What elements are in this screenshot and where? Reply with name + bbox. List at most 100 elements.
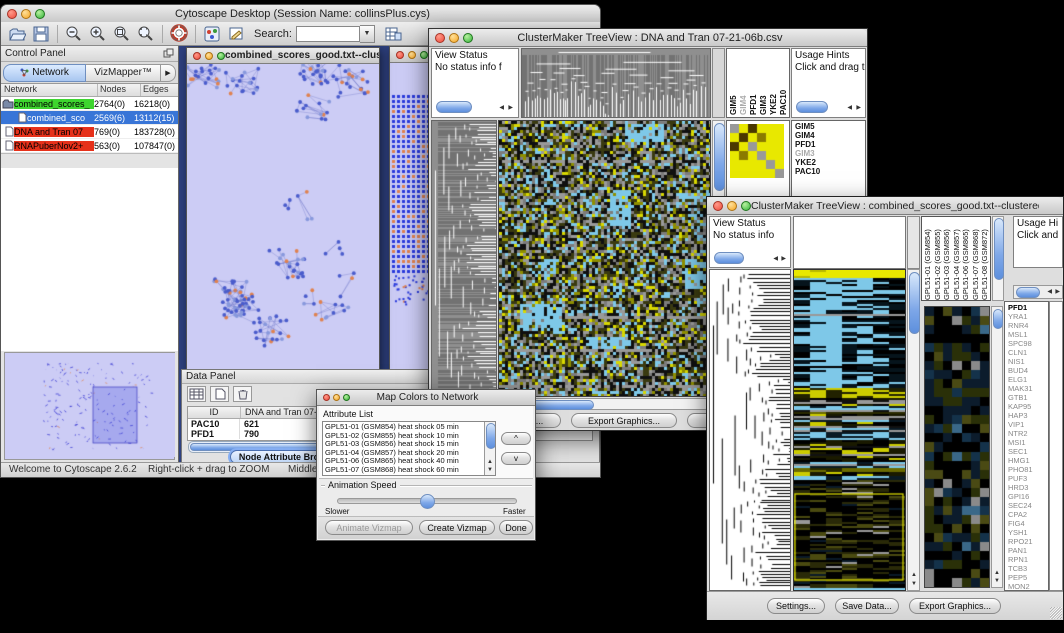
gene-label[interactable]: MSL1 [1008,330,1048,339]
settings-button[interactable]: Settings... [767,598,825,614]
column-dendrogram-area[interactable] [793,216,906,269]
gene-label[interactable]: KAP95 [1008,402,1048,411]
gene-label[interactable]: CLN1 [1008,348,1048,357]
help-lifesaver-icon[interactable] [169,24,189,44]
save-session-icon[interactable] [31,24,51,44]
minimize-button[interactable] [727,201,737,211]
scroll-left-icon[interactable]: ◀ [1047,289,1052,295]
gene-label[interactable]: NIS1 [1008,357,1048,366]
network-table-icon[interactable] [383,24,403,44]
column-gene-label[interactable]: PFD1 [749,49,759,115]
export-graphics-button[interactable]: Export Graphics... [571,413,677,428]
gene-label[interactable]: YKE2 [795,158,865,167]
scroll-right-icon[interactable]: ▶ [508,105,513,111]
zoom-in-icon[interactable] [88,24,108,44]
close-button[interactable] [7,9,17,19]
tab-overflow-button[interactable]: ▶ [161,64,176,82]
gene-label[interactable]: RPO21 [1008,537,1048,546]
heatmap[interactable] [794,270,905,590]
treeview2-titlebar[interactable]: ClusterMaker TreeView : combined_scores_… [707,197,1063,215]
close-button[interactable] [323,394,330,401]
annotation-icon[interactable] [226,24,246,44]
gene-label[interactable]: MON2 [1008,582,1048,591]
export-graphics-button[interactable]: Export Graphics... [909,598,1001,614]
zoom-fit-icon[interactable] [136,24,156,44]
row-dendrogram[interactable] [432,121,496,396]
attribute-table-icon[interactable] [187,386,206,402]
gene-label[interactable]: SPC98 [1008,339,1048,348]
move-down-button[interactable]: v [501,452,531,465]
gene-label[interactable]: CPA2 [1008,510,1048,519]
animation-speed-slider[interactable] [337,498,517,504]
gene-label[interactable]: SEC24 [1008,501,1048,510]
heatmap[interactable] [499,121,710,396]
zoom-out-icon[interactable] [64,24,84,44]
open-session-icon[interactable] [7,24,27,44]
tab-network[interactable]: Network [3,64,86,82]
col-nodes[interactable]: Nodes [98,84,141,96]
usage-hints-scrollbar[interactable]: ◀ ▶ [1013,285,1063,299]
gene-label[interactable]: TCB3 [1008,564,1048,573]
attribute-item[interactable]: GPL51-07 (GSM868) heat shock 60 min [325,466,495,475]
col-network[interactable]: Network [1,84,98,96]
zoom-button[interactable] [420,51,428,59]
network-canvas[interactable] [187,48,377,358]
float-panel-icon[interactable] [163,45,174,63]
birdseye-view[interactable] [5,353,175,457]
zoomed-heatmap[interactable] [925,307,989,587]
network-row[interactable]: combined_sco2569(6)13112(15) [1,111,178,125]
gene-label[interactable]: MSI1 [1008,438,1048,447]
zoom-button[interactable] [217,52,225,60]
close-button[interactable] [193,52,201,60]
new-attribute-icon[interactable] [210,386,229,402]
gene-label[interactable]: ELG1 [1008,375,1048,384]
gene-label[interactable]: MAK31 [1008,384,1048,393]
scroll-up-icon[interactable]: ▲ [994,570,1000,576]
zoom-button[interactable] [35,9,45,19]
view-status-scrollbar[interactable] [436,101,472,113]
scroll-down-icon[interactable]: ▼ [487,467,493,473]
gene-label[interactable]: NTR2 [1008,429,1048,438]
scroll-down-icon[interactable]: ▼ [911,581,917,587]
close-button[interactable] [396,51,404,59]
usage-hints-scrollbar[interactable] [796,101,828,113]
attribute-list[interactable]: GPL51-01 (GSM854) heat shock 05 minGPL51… [322,421,496,476]
gene-label[interactable]: PEP5 [1008,573,1048,582]
scroll-right-icon[interactable]: ▶ [856,105,861,111]
row-dendrogram[interactable] [710,270,790,590]
column-label[interactable]: GPL51-08 (GSM872) [980,217,990,300]
column-gene-label[interactable]: GIM4 [739,49,749,115]
gene-label[interactable]: GIM3 [795,149,865,158]
animate-vizmap-button[interactable]: Animate Vizmap [325,520,413,535]
scroll-down-icon[interactable]: ▼ [994,578,1000,584]
zoom-button[interactable] [343,394,350,401]
create-vizmap-button[interactable]: Create Vizmap [419,520,495,535]
zoomed-heatmap-scrollbar[interactable]: ▲ ▼ [991,306,1003,588]
column-labels-scrollbar[interactable] [992,216,1004,301]
minimize-button[interactable] [333,394,340,401]
gene-label[interactable]: GTB1 [1008,393,1048,402]
gene-label[interactable]: HRD3 [1008,483,1048,492]
column-gene-label[interactable]: GIM5 [729,49,739,115]
gene-label[interactable]: PFD1 [1008,303,1048,312]
gene-label[interactable]: GIM5 [795,122,865,131]
minimize-button[interactable] [205,52,213,60]
column-gene-label[interactable]: PAC10 [779,49,789,115]
scroll-left-icon[interactable]: ◀ [499,105,504,111]
gene-label[interactable]: RNR4 [1008,321,1048,330]
minimize-button[interactable] [21,9,31,19]
scroll-left-icon[interactable]: ◀ [773,256,778,262]
gene-label[interactable]: YSH1 [1008,528,1048,537]
gene-label[interactable]: PUF3 [1008,474,1048,483]
gene-label[interactable]: BUD4 [1008,366,1048,375]
vizmapper-icon[interactable] [202,24,222,44]
column-label[interactable]: GPL51-03 (GSM856) [942,217,952,300]
network-row[interactable]: RNAPuberNov2+563(0)107847(0) [1,139,178,153]
move-up-button[interactable]: ^ [501,432,531,445]
col-edges[interactable]: Edges [141,84,178,96]
minimize-button[interactable] [408,51,416,59]
gene-label[interactable]: PHO81 [1008,465,1048,474]
treeview1-titlebar[interactable]: ClusterMaker TreeView : DNA and Tran 07-… [429,29,867,47]
gene-label[interactable]: RPN1 [1008,555,1048,564]
done-button[interactable]: Done [499,520,533,535]
